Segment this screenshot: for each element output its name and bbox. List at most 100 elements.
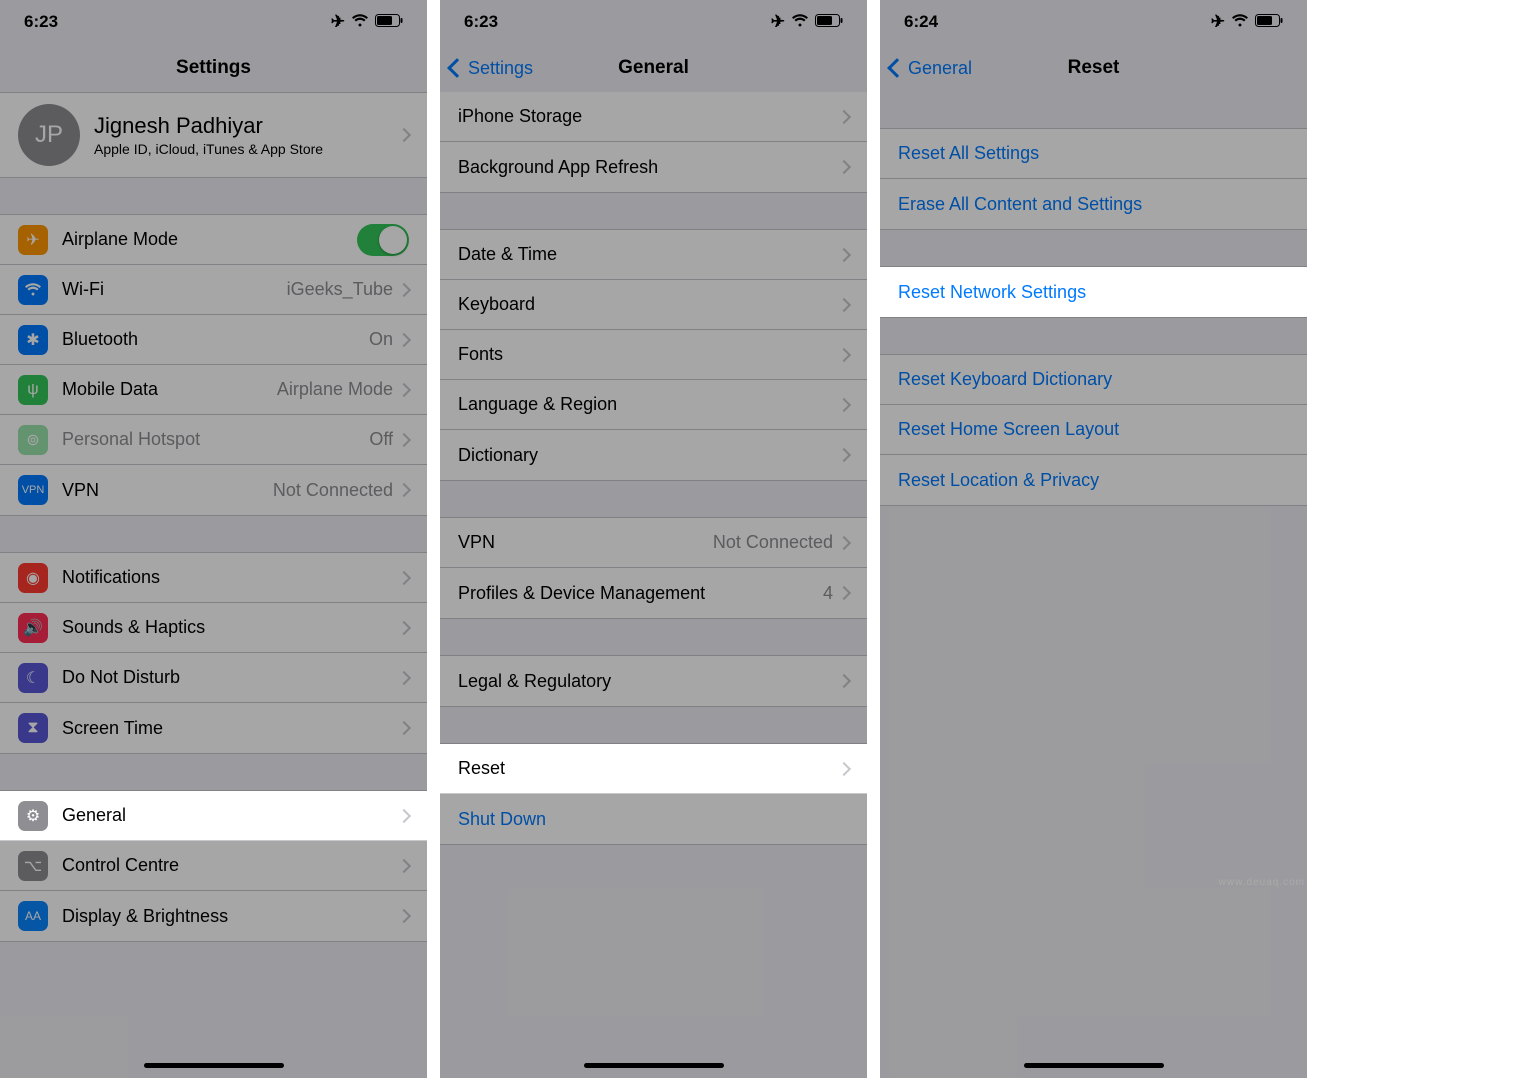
dnd-row[interactable]: ☾ Do Not Disturb (0, 653, 427, 703)
chevron-icon (837, 674, 851, 688)
status-bar: 6:24 ✈︎ (880, 0, 1307, 44)
back-button[interactable]: Settings (450, 58, 533, 79)
battery-icon (1255, 12, 1283, 32)
home-indicator[interactable] (1024, 1063, 1164, 1068)
controlcentre-row[interactable]: ⌥ Control Centre (0, 841, 427, 891)
moon-icon: ☾ (18, 663, 48, 693)
vpn-icon: VPN (18, 475, 48, 505)
chevron-icon (397, 483, 411, 497)
vpn-row[interactable]: VPN Not Connected (440, 518, 867, 568)
home-indicator[interactable] (144, 1063, 284, 1068)
airplane-row[interactable]: ✈︎ Airplane Mode (0, 215, 427, 265)
chevron-icon (397, 332, 411, 346)
chevron-icon (397, 808, 411, 822)
chevron-icon (837, 109, 851, 123)
datetime-row[interactable]: Date & Time (440, 230, 867, 280)
status-bar: 6:23 ✈︎ (440, 0, 867, 44)
chevron-icon (837, 160, 851, 174)
general-row[interactable]: ⚙ General (0, 791, 427, 841)
notifications-row[interactable]: ◉ Notifications (0, 553, 427, 603)
chevron-icon (837, 448, 851, 462)
airplane-icon: ✈︎ (1211, 12, 1225, 32)
chevron-icon (397, 858, 411, 872)
display-row[interactable]: AA Display & Brightness (0, 891, 427, 941)
hotspot-row[interactable]: ⊚ Personal Hotspot Off (0, 415, 427, 465)
battery-icon (815, 12, 843, 32)
wifi-icon (18, 275, 48, 305)
notifications-icon: ◉ (18, 563, 48, 593)
chevron-icon (837, 247, 851, 261)
keyboard-row[interactable]: Keyboard (440, 280, 867, 330)
status-time: 6:23 (464, 12, 498, 32)
switches-icon: ⌥ (18, 851, 48, 881)
reset-network-row[interactable]: Reset Network Settings (880, 267, 1307, 317)
mobiledata-row[interactable]: ψ Mobile Data Airplane Mode (0, 365, 427, 415)
page-title: Settings (176, 57, 251, 79)
status-bar: 6:23 ✈︎ (0, 0, 427, 44)
antenna-icon: ψ (18, 375, 48, 405)
reset-row[interactable]: Reset (440, 744, 867, 794)
bluetooth-icon: ✱ (18, 325, 48, 355)
chevron-icon (397, 721, 411, 735)
language-row[interactable]: Language & Region (440, 380, 867, 430)
wifi-row[interactable]: Wi-Fi iGeeks_Tube (0, 265, 427, 315)
home-indicator[interactable] (584, 1063, 724, 1068)
status-time: 6:23 (24, 12, 58, 32)
chevron-icon (397, 670, 411, 684)
airplane-icon: ✈︎ (331, 12, 345, 32)
chevron-icon (837, 347, 851, 361)
vpn-row[interactable]: VPN VPN Not Connected (0, 465, 427, 515)
display-icon: AA (18, 901, 48, 931)
sounds-icon: 🔊 (18, 613, 48, 643)
erase-row[interactable]: Erase All Content and Settings (880, 179, 1307, 229)
wifi-icon (351, 12, 369, 32)
profile-row[interactable]: JP Jignesh Padhiyar Apple ID, iCloud, iT… (0, 93, 427, 177)
nav-bar: General Reset (880, 44, 1307, 92)
reset-location-row[interactable]: Reset Location & Privacy (880, 455, 1307, 505)
bluetooth-row[interactable]: ✱ Bluetooth On (0, 315, 427, 365)
chevron-icon (397, 128, 411, 142)
chevron-icon (397, 432, 411, 446)
wifi-icon (1231, 12, 1249, 32)
fonts-row[interactable]: Fonts (440, 330, 867, 380)
phone-general: 6:23 ✈︎ Settings General iPhone Storage … (440, 0, 867, 1078)
chevron-left-icon (887, 58, 907, 78)
hotspot-icon: ⊚ (18, 425, 48, 455)
phone-reset: 6:24 ✈︎ General Reset Reset All Settings… (880, 0, 1307, 1078)
reset-home-row[interactable]: Reset Home Screen Layout (880, 405, 1307, 455)
gear-icon: ⚙ (18, 801, 48, 831)
nav-bar: Settings General (440, 44, 867, 92)
wifi-icon (791, 12, 809, 32)
airplane-toggle[interactable] (357, 224, 409, 256)
status-icons: ✈︎ (1211, 12, 1283, 32)
reset-all-row[interactable]: Reset All Settings (880, 129, 1307, 179)
watermark: www.deuaq.com (1219, 877, 1305, 888)
phone-settings: 6:23 ✈︎ Settings JP Jignesh Padhiyar App… (0, 0, 427, 1078)
legal-row[interactable]: Legal & Regulatory (440, 656, 867, 706)
bgrefresh-row[interactable]: Background App Refresh (440, 142, 867, 192)
airplane-icon: ✈︎ (18, 225, 48, 255)
reset-keyboard-row[interactable]: Reset Keyboard Dictionary (880, 355, 1307, 405)
chevron-left-icon (447, 58, 467, 78)
chevron-icon (397, 909, 411, 923)
page-title: Reset (1068, 57, 1120, 79)
screentime-row[interactable]: ⧗ Screen Time (0, 703, 427, 753)
page-title: General (618, 57, 689, 79)
back-button[interactable]: General (890, 58, 972, 79)
status-icons: ✈︎ (331, 12, 403, 32)
profiles-row[interactable]: Profiles & Device Management 4 (440, 568, 867, 618)
dictionary-row[interactable]: Dictionary (440, 430, 867, 480)
shutdown-row[interactable]: Shut Down (440, 794, 867, 844)
chevron-icon (397, 282, 411, 296)
chevron-icon (397, 620, 411, 634)
sounds-row[interactable]: 🔊 Sounds & Haptics (0, 603, 427, 653)
iphonestorage-row[interactable]: iPhone Storage (440, 92, 867, 142)
status-icons: ✈︎ (771, 12, 843, 32)
chevron-icon (837, 586, 851, 600)
profile-sub: Apple ID, iCloud, iTunes & App Store (94, 141, 399, 157)
chevron-icon (397, 382, 411, 396)
avatar: JP (18, 104, 80, 166)
airplane-icon: ✈︎ (771, 12, 785, 32)
battery-icon (375, 12, 403, 32)
hourglass-icon: ⧗ (18, 713, 48, 743)
